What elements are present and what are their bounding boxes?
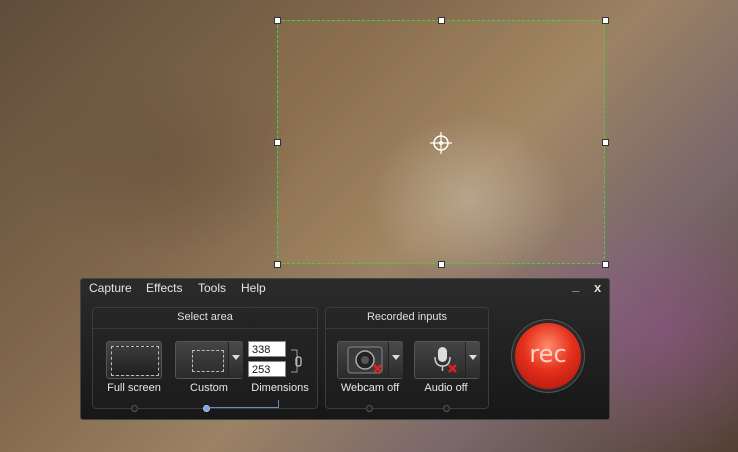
webcam-dropdown-arrow-icon[interactable] <box>388 342 403 378</box>
microphone-off-icon <box>434 347 457 373</box>
audio-label: Audio off <box>424 382 468 394</box>
width-input[interactable]: 338 <box>248 341 286 357</box>
resize-handle-bottom-right[interactable] <box>602 261 609 268</box>
select-area-group: Select area Full screen Custom 338 253 D… <box>92 307 318 412</box>
menu-help[interactable]: Help <box>241 281 266 295</box>
menu-capture[interactable]: Capture <box>89 281 132 295</box>
custom-area-icon <box>192 350 224 372</box>
menu-effects[interactable]: Effects <box>146 281 182 295</box>
record-button[interactable]: rec <box>515 323 581 389</box>
menu-tools[interactable]: Tools <box>198 281 226 295</box>
height-input[interactable]: 253 <box>248 361 286 377</box>
audio-button[interactable] <box>414 341 480 379</box>
menu-bar: Capture Effects Tools Help _ x <box>81 278 609 297</box>
webcam-label: Webcam off <box>340 382 400 394</box>
dimensions-label: Dimensions <box>251 382 309 394</box>
selected-indicator-tick <box>278 400 279 408</box>
custom-dropdown-arrow-icon[interactable] <box>228 342 243 378</box>
minimize-button[interactable]: _ <box>572 278 579 293</box>
webcam-button[interactable] <box>337 341 403 379</box>
custom-area-button[interactable] <box>175 341 243 379</box>
webcam-off-icon <box>347 346 383 374</box>
full-screen-label: Full screen <box>107 382 161 394</box>
resize-handle-top[interactable] <box>438 17 445 24</box>
audio-indicator <box>443 405 450 412</box>
full-screen-icon <box>111 346 159 376</box>
full-screen-indicator <box>131 405 138 412</box>
resize-handle-bottom-left[interactable] <box>274 261 281 268</box>
select-area-title: Select area <box>93 308 317 329</box>
resize-handle-left[interactable] <box>274 139 281 146</box>
record-button-label: rec <box>529 340 567 368</box>
resize-handle-bottom[interactable] <box>438 261 445 268</box>
full-screen-button[interactable] <box>106 341 162 379</box>
audio-dropdown-arrow-icon[interactable] <box>465 342 480 378</box>
close-button[interactable]: x <box>594 280 601 295</box>
recorded-inputs-group: Recorded inputs Webcam off Audio off <box>325 307 489 412</box>
recorder-panel: Capture Effects Tools Help _ x Select ar… <box>80 278 610 420</box>
recorded-inputs-title: Recorded inputs <box>326 308 488 329</box>
resize-handle-right[interactable] <box>602 139 609 146</box>
resize-handle-top-right[interactable] <box>602 17 609 24</box>
custom-label: Custom <box>190 382 228 394</box>
move-crosshair-icon[interactable] <box>429 131 453 155</box>
resize-handle-top-left[interactable] <box>274 17 281 24</box>
link-dimensions-icon[interactable] <box>289 346 303 376</box>
webcam-indicator <box>366 405 373 412</box>
selected-indicator-line <box>209 407 279 408</box>
